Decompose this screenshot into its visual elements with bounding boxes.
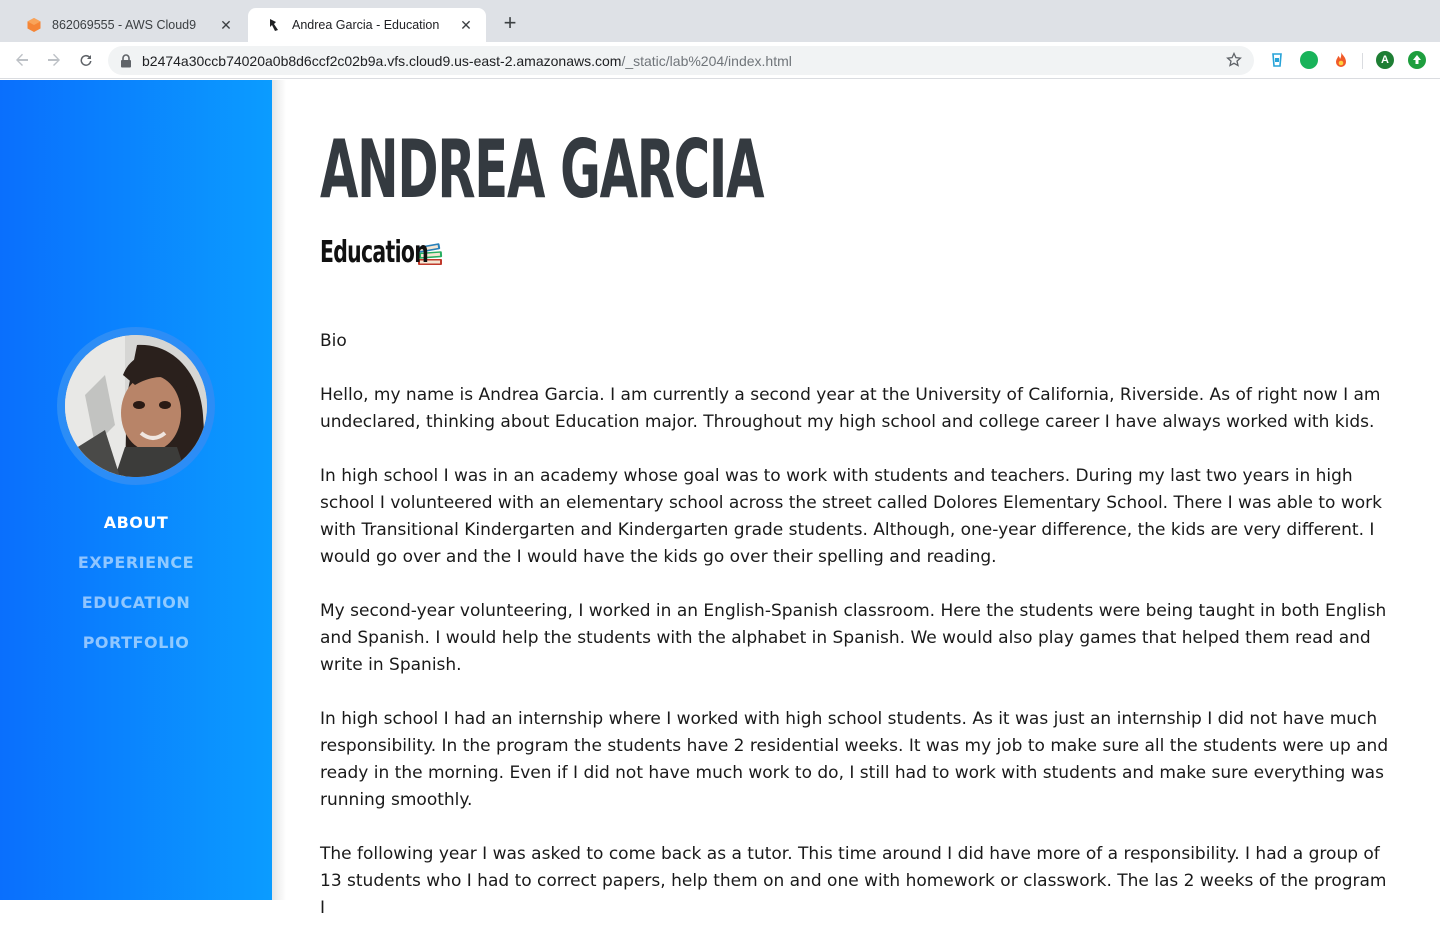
profile-avatar[interactable]: A <box>1376 51 1394 69</box>
url-host: b2474a30ccb74020a0b8d6ccf2c02b9a.vfs.clo… <box>142 52 622 69</box>
bio-paragraph: In high school I was in an academy whose… <box>320 466 1382 567</box>
extension-fire-icon[interactable] <box>1332 51 1350 69</box>
nav-item-portfolio[interactable]: PORTFOLIO <box>0 632 272 672</box>
bookmark-star-icon[interactable] <box>1226 51 1244 70</box>
bio-paragraph: My second-year volunteering, I worked in… <box>320 601 1387 675</box>
tab-strip: 862069555 - AWS Cloud9 ✕ Andrea Garcia -… <box>0 0 1440 42</box>
page-title: ANDREA GARCIA <box>320 123 764 216</box>
tab-aws-cloud9[interactable]: 862069555 - AWS Cloud9 ✕ <box>8 8 246 42</box>
close-tab-icon[interactable]: ✕ <box>218 17 234 33</box>
bio-section: Bio Hello, my name is Andrea Garcia. I a… <box>320 328 1390 949</box>
nav-item-experience[interactable]: EXPERIENCE <box>0 552 272 592</box>
new-tab-button[interactable]: + <box>498 12 522 36</box>
address-bar[interactable]: b2474a30ccb74020a0b8d6ccf2c02b9a.vfs.clo… <box>108 46 1254 75</box>
back-icon[interactable] <box>10 48 34 72</box>
bio-paragraph: In high school I had an internship where… <box>320 709 1389 810</box>
profile-photo-frame <box>57 327 215 485</box>
sidebar: ABOUT EXPERIENCE EDUCATION PORTFOLIO <box>0 80 272 900</box>
bio-paragraph: Hello, my name is Andrea Garcia. I am cu… <box>320 385 1381 432</box>
browser-toolbar: b2474a30ccb74020a0b8d6ccf2c02b9a.vfs.clo… <box>0 42 1440 79</box>
url-path: /_static/lab%204/index.html <box>621 52 792 69</box>
tab-title: 862069555 - AWS Cloud9 <box>52 18 197 32</box>
aws-cloud9-icon <box>26 17 42 33</box>
toolbar-separator <box>1362 53 1363 69</box>
update-icon[interactable] <box>1408 51 1426 69</box>
tab-andrea-garcia[interactable]: Andrea Garcia - Education ✕ <box>248 8 486 42</box>
tab-title: Andrea Garcia - Education <box>292 18 440 32</box>
nav-item-education[interactable]: EDUCATION <box>0 592 272 632</box>
forward-icon[interactable] <box>42 48 66 72</box>
lock-icon <box>120 53 134 68</box>
section-heading: Education <box>320 235 444 270</box>
nav-item-about[interactable]: ABOUT <box>0 512 272 552</box>
extension-grammarly-icon[interactable] <box>1300 51 1318 69</box>
sidebar-nav: ABOUT EXPERIENCE EDUCATION PORTFOLIO <box>0 512 272 672</box>
extension-cup-icon[interactable] <box>1268 51 1286 69</box>
section-title-text: Education <box>320 235 429 270</box>
reload-icon[interactable] <box>74 48 98 72</box>
bio-heading: Bio <box>320 331 347 351</box>
bio-paragraph: The following year I was asked to come b… <box>320 844 1387 918</box>
page-icon <box>266 17 282 33</box>
sidebar-shadow <box>272 80 286 900</box>
avatar <box>65 335 207 477</box>
close-tab-icon[interactable]: ✕ <box>458 17 474 33</box>
main-content: ANDREA GARCIA Education Bio Hello, my na… <box>320 80 1400 918</box>
